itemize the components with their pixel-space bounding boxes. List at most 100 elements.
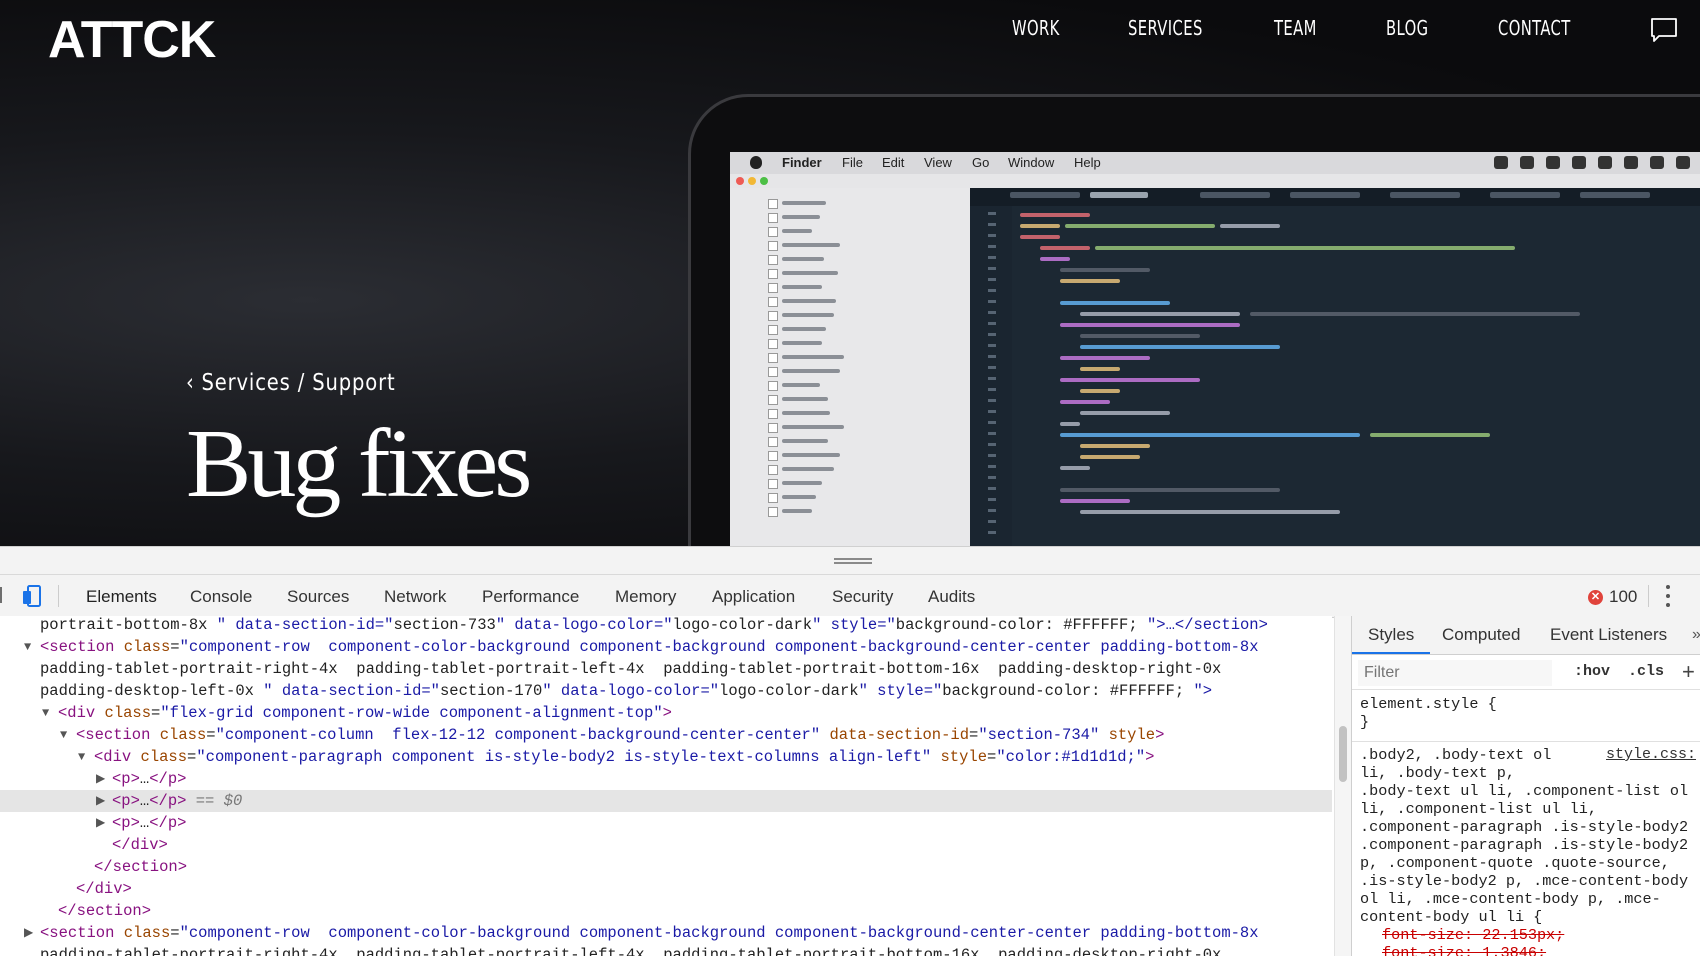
file-tree-row	[768, 254, 918, 265]
styles-filter-input[interactable]	[1358, 660, 1552, 686]
tab-network[interactable]: Network	[384, 587, 446, 607]
dom-node-markup: padding-tablet-portrait-right-4x padding…	[40, 660, 1222, 678]
hover-state-toggle[interactable]: :hov	[1574, 663, 1610, 680]
dom-node-markup: <p>…</p>	[112, 814, 187, 832]
code-token	[1060, 378, 1200, 382]
dom-node-line[interactable]: </div>	[0, 834, 1332, 856]
elements-scrollbar[interactable]	[1334, 616, 1351, 956]
tab-styles[interactable]: Styles	[1368, 625, 1414, 645]
tab-computed[interactable]: Computed	[1442, 625, 1520, 645]
file-tree-row	[768, 268, 918, 279]
tab-performance[interactable]: Performance	[482, 587, 579, 607]
code-token	[1080, 334, 1200, 338]
editor-file-tree	[730, 188, 970, 546]
dom-node-markup: <p>…</p>	[112, 770, 187, 788]
line-number	[988, 531, 996, 534]
dom-node-line[interactable]: ▼ <div class="component-paragraph compone…	[0, 746, 1332, 768]
dom-node-line[interactable]: padding-desktop-left-0x " data-section-i…	[0, 680, 1332, 702]
line-number	[988, 410, 996, 413]
kebab-menu-icon[interactable]	[1664, 585, 1672, 607]
tab-application[interactable]: Application	[712, 587, 795, 607]
tab-memory[interactable]: Memory	[615, 587, 676, 607]
dom-node-line[interactable]: ▼ <div class="flex-grid component-row-wid…	[0, 702, 1332, 724]
dom-node-line[interactable]: ▼ <section class="component-column flex-1…	[0, 724, 1332, 746]
inspect-icon[interactable]	[0, 587, 8, 603]
line-number	[988, 487, 996, 490]
css-selector-line: ol li, .mce-content-body p, .mce-	[1360, 890, 1661, 908]
editor-tab	[1010, 192, 1080, 198]
scrollbar-thumb[interactable]	[1339, 726, 1347, 782]
chat-bubble-icon[interactable]	[1650, 17, 1678, 43]
dom-node-line[interactable]: padding-tablet-portrait-right-4x padding…	[0, 944, 1332, 956]
device-toolbar-icon[interactable]	[22, 585, 42, 607]
class-toggle[interactable]: .cls	[1628, 663, 1664, 680]
file-tree-row	[768, 212, 918, 223]
rule-divider	[1352, 741, 1700, 742]
line-number	[988, 476, 996, 479]
dom-node-line[interactable]: ▶ <section class="component-row component…	[0, 922, 1332, 944]
nav-blog[interactable]: BLOG	[1386, 16, 1428, 40]
menubar-item: Window	[1008, 155, 1055, 170]
error-counter[interactable]: ✕ 100	[1588, 587, 1637, 607]
line-number	[988, 454, 996, 457]
editor-tab	[1390, 192, 1460, 198]
drag-grip-icon[interactable]	[834, 558, 872, 565]
tab-sources[interactable]: Sources	[287, 587, 349, 607]
nav-contact[interactable]: CONTACT	[1498, 16, 1571, 40]
add-rule-icon[interactable]: +	[1682, 659, 1695, 685]
devtools-resize-handle[interactable]	[0, 546, 1700, 575]
dom-node-line[interactable]: portrait-bottom-8x " data-section-id="se…	[0, 616, 1332, 636]
minimize-dot-icon	[748, 177, 756, 185]
nav-work[interactable]: WORK	[1012, 16, 1060, 40]
dom-node-markup: <div class="component-paragraph componen…	[94, 748, 1155, 766]
styles-filter-row: :hov .cls +	[1352, 655, 1700, 690]
css-declaration[interactable]: font-size: 22.153px;	[1382, 926, 1700, 944]
code-token	[1370, 433, 1490, 437]
line-gutter	[970, 206, 1012, 546]
file-tree-row	[768, 492, 918, 503]
nav-team[interactable]: TEAM	[1274, 16, 1317, 40]
line-number	[988, 267, 996, 270]
code-token	[1060, 499, 1130, 503]
code-token	[1060, 323, 1240, 327]
code-token	[1080, 345, 1280, 349]
dom-node-line[interactable]: ▶ <p>…</p>	[0, 768, 1332, 790]
breadcrumb[interactable]: ‹ Services / Support	[186, 370, 396, 396]
code-token	[1080, 455, 1140, 459]
triangle-expand-icon[interactable]: ▶	[96, 812, 105, 834]
nav-services[interactable]: SERVICES	[1128, 16, 1203, 40]
more-tabs-icon[interactable]: »	[1692, 626, 1700, 644]
line-number	[988, 300, 996, 303]
tab-elements[interactable]: Elements	[86, 587, 157, 607]
tab-audits[interactable]: Audits	[928, 587, 975, 607]
triangle-expand-icon[interactable]: ▼	[42, 702, 49, 724]
css-selector-line: li, .body-text p,	[1360, 764, 1515, 782]
element-style-open[interactable]: element.style {	[1360, 695, 1700, 713]
tab-event-listeners[interactable]: Event Listeners	[1550, 625, 1667, 645]
dom-node-line[interactable]: ▼ <section class="component-row component…	[0, 636, 1332, 658]
dom-node-line[interactable]: </section>	[0, 856, 1332, 878]
triangle-expand-icon[interactable]: ▼	[60, 724, 67, 746]
css-declaration[interactable]: font-size: 1.3846;	[1382, 944, 1700, 956]
code-token	[1060, 488, 1280, 492]
tab-console[interactable]: Console	[190, 587, 252, 607]
dom-node-line[interactable]: padding-tablet-portrait-right-4x padding…	[0, 658, 1332, 680]
file-tree-row	[768, 338, 918, 349]
elements-dom-tree[interactable]: portrait-bottom-8x " data-section-id="se…	[0, 616, 1332, 956]
triangle-expand-icon[interactable]: ▼	[78, 746, 85, 768]
triangle-expand-icon[interactable]: ▶	[96, 790, 105, 812]
tab-security[interactable]: Security	[832, 587, 893, 607]
dom-node-line[interactable]: ▶ <p>…</p>	[0, 812, 1332, 834]
dom-node-line[interactable]: ▶ <p>…</p> == $0	[0, 790, 1332, 812]
triangle-expand-icon[interactable]: ▶	[24, 922, 33, 944]
file-tree-row	[768, 282, 918, 293]
code-token	[1020, 235, 1060, 239]
editor-tab	[1490, 192, 1560, 198]
file-tree-row	[768, 324, 918, 335]
triangle-expand-icon[interactable]: ▶	[96, 768, 105, 790]
breadcrumb-text[interactable]: Services / Support	[201, 370, 395, 396]
triangle-expand-icon[interactable]: ▼	[24, 636, 31, 658]
dom-node-markup: </section>	[94, 858, 188, 876]
dom-node-line[interactable]: </div>	[0, 878, 1332, 900]
dom-node-line[interactable]: </section>	[0, 900, 1332, 922]
